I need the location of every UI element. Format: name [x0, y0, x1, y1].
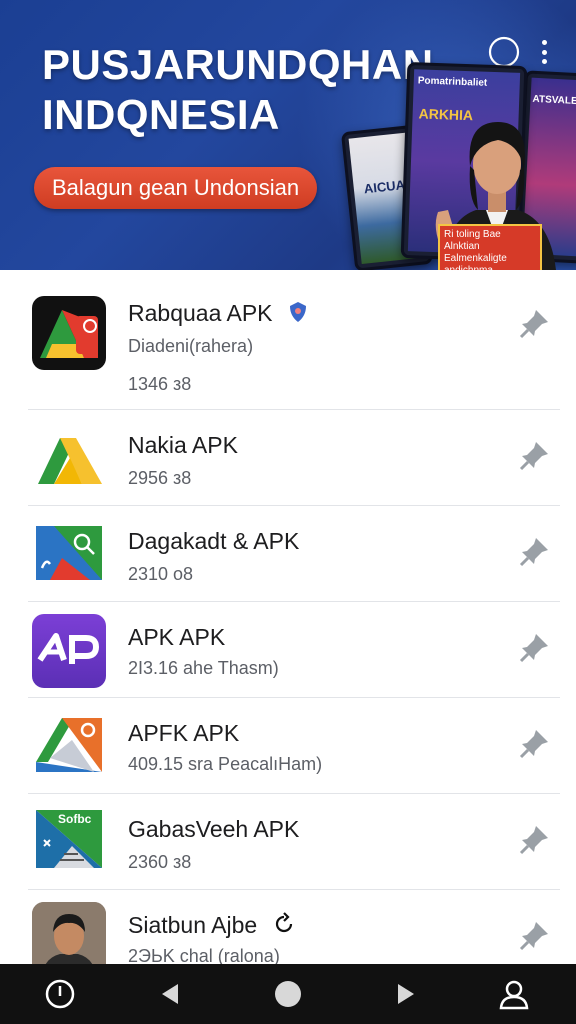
- app-name-text: Siatbun Ajbe: [128, 912, 258, 939]
- orange-triangle-app-icon: [32, 710, 106, 784]
- app-name: APFK APK: [128, 720, 240, 746]
- pin-icon[interactable]: [518, 726, 552, 760]
- banner-title-line1: PUSJARUNDQHAN: [42, 41, 434, 88]
- red-triangle-app-icon: [32, 296, 106, 370]
- app-subtitle: 2I3.16 ahe Thasm): [128, 658, 279, 678]
- banner-cta-button[interactable]: Balagun gean Undonsian: [34, 167, 318, 209]
- blue-green-split-app-icon: [32, 518, 106, 592]
- overflow-menu-icon[interactable]: [536, 38, 552, 66]
- refresh-badge-icon: [272, 912, 296, 942]
- app-size: 2956 з8: [128, 468, 192, 488]
- app-name: APK APK: [128, 624, 226, 650]
- pin-icon[interactable]: [518, 534, 552, 568]
- promo-banner[interactable]: PUSJARUNDQHAN INDQNESIA Balagun gean Und…: [0, 0, 576, 270]
- list-item[interactable]: Dagakadt & APK 2310 o8: [0, 506, 576, 602]
- list-item[interactable]: APFK APK 409.15 sra PeacalıHam): [0, 698, 576, 794]
- list-item[interactable]: Sofbc GabasVeeh APK 2360 з8: [0, 794, 576, 890]
- app-size: 1346 з8: [128, 374, 192, 394]
- list-item[interactable]: APK APK 2I3.16 ahe Thasm): [0, 602, 576, 698]
- screen: PUSJARUNDQHAN INDQNESIA Balagun gean Und…: [0, 0, 576, 1024]
- pin-icon[interactable]: [518, 918, 552, 952]
- banner-title: PUSJARUNDQHAN INDQNESIA: [42, 40, 442, 140]
- navigation-bar: [0, 964, 576, 1024]
- purple-ap-logo-app-icon: [32, 614, 106, 688]
- back-icon[interactable]: [154, 978, 186, 1010]
- app-name-text: Rabquaa APK: [128, 300, 273, 326]
- list-item[interactable]: Siatbun Ajbe 2ЭЬK chal (ralona): [0, 890, 576, 964]
- app-name: GabasVeeh APK: [128, 816, 300, 842]
- home-icon[interactable]: [272, 978, 304, 1010]
- app-name: Dagakadt & APK: [128, 528, 300, 554]
- tablet-center-header: Pomatrinbaliet: [417, 75, 488, 89]
- forward-icon[interactable]: [390, 978, 422, 1010]
- pin-icon[interactable]: [518, 306, 552, 340]
- green-yellow-triangle-app-icon: [32, 422, 106, 496]
- app-size: 2310 o8: [128, 564, 194, 584]
- app-name: Siatbun Ajbe: [128, 912, 296, 942]
- promo-caption: Ri toling Bae Alnktian Ealmenkaligte and…: [438, 224, 542, 270]
- list-item[interactable]: Nakia APK 2956 з8: [0, 410, 576, 506]
- app-name: Rabquaa APK: [128, 300, 309, 329]
- icon-text: Sofbc: [58, 812, 92, 826]
- pin-icon[interactable]: [518, 630, 552, 664]
- pin-icon[interactable]: [518, 822, 552, 856]
- app-list: Rabquaa APK Diadeni(rahera) 1346 з8 Naki…: [0, 270, 576, 964]
- list-item[interactable]: Rabquaa APK Diadeni(rahera) 1346 з8: [0, 270, 576, 410]
- teal-stairs-app-icon: Sofbc: [32, 806, 106, 880]
- app-size: 2360 з8: [128, 852, 192, 872]
- app-subtitle: 409.15 sra PeacalıHam): [128, 754, 323, 774]
- pin-icon[interactable]: [518, 438, 552, 472]
- power-icon[interactable]: [44, 978, 76, 1010]
- shield-badge-icon: [287, 301, 309, 329]
- profile-photo-app-icon: [32, 902, 106, 964]
- app-name: Nakia APK: [128, 432, 238, 458]
- profile-icon[interactable]: [498, 978, 530, 1010]
- search-icon[interactable]: [488, 36, 520, 68]
- app-subtitle: 2ЭЬK chal (ralona): [128, 946, 280, 964]
- app-subtitle: Diadeni(rahera): [128, 336, 254, 356]
